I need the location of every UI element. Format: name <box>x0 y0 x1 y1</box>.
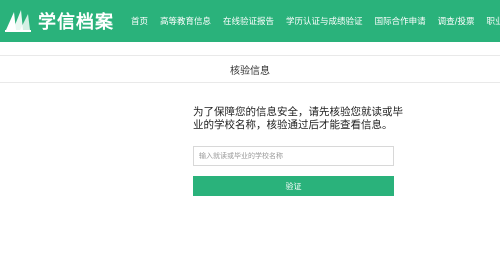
top-navigation-bar: 学信档案 首页 高等教育信息 在线验证报告 学历认证与成绩验证 国际合作申请 调… <box>0 0 500 42</box>
main-nav: 首页 高等教育信息 在线验证报告 学历认证与成绩验证 国际合作申请 调查/投票 … <box>131 0 500 42</box>
nav-item-career-assessment[interactable]: 职业测评 <box>486 15 500 27</box>
site-logo[interactable]: 学信档案 <box>4 6 114 36</box>
nav-item-degree-certification[interactable]: 学历认证与成绩验证 <box>286 15 363 27</box>
verify-button[interactable]: 验证 <box>193 176 394 196</box>
page-title-bar: 核验信息 <box>0 55 500 83</box>
nav-item-home[interactable]: 首页 <box>131 15 148 27</box>
nav-item-international-cooperation[interactable]: 国际合作申请 <box>375 15 426 27</box>
logo-text: 学信档案 <box>38 12 114 33</box>
nav-item-online-verification-report[interactable]: 在线验证报告 <box>223 15 274 27</box>
page-title: 核验信息 <box>230 66 270 77</box>
nav-item-survey-vote[interactable]: 调查/投票 <box>438 15 475 27</box>
school-name-input[interactable] <box>193 146 394 166</box>
verification-notice: 为了保障您的信息安全，请先核验您就读或毕业的学校名称，核验通过后才能查看信息。 <box>193 106 403 131</box>
book-pages-icon <box>5 10 31 32</box>
nav-item-higher-education-info[interactable]: 高等教育信息 <box>160 15 211 27</box>
